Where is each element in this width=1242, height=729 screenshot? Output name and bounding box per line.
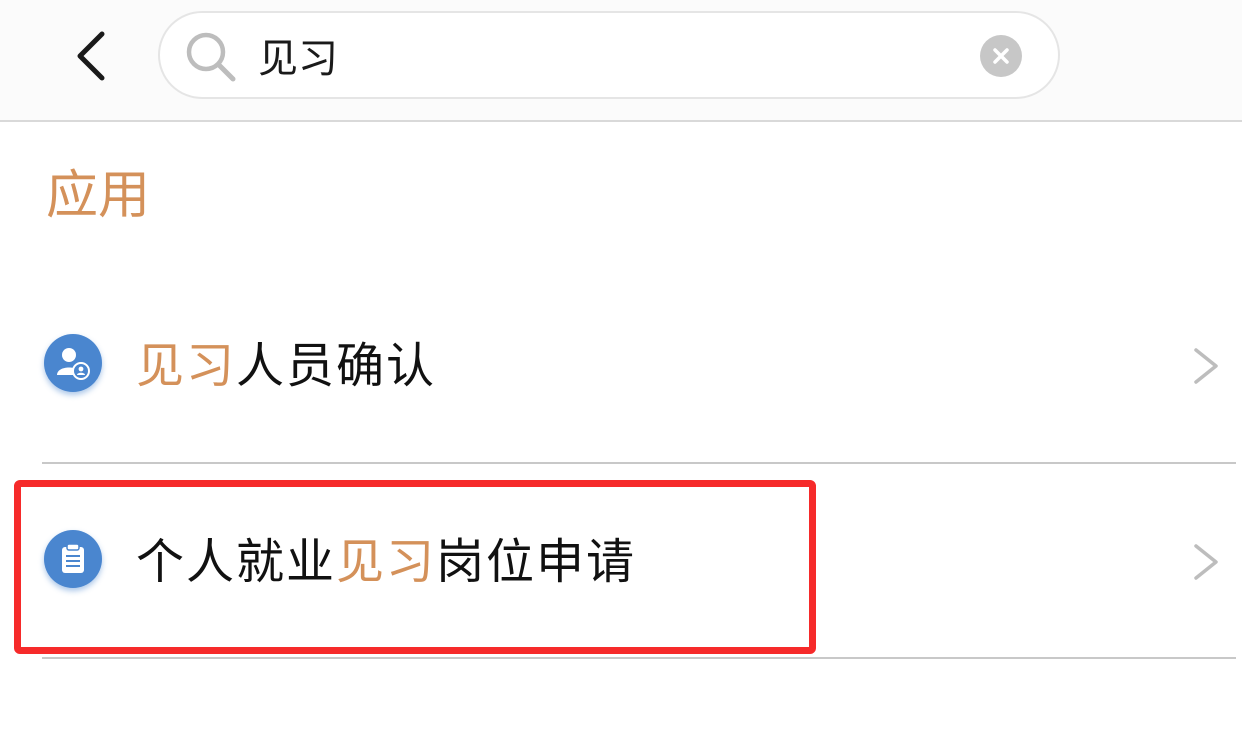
search-input[interactable] [258, 27, 958, 83]
divider [42, 657, 1236, 659]
label-text: 岗位申请 [436, 534, 637, 590]
person-badge-icon [57, 348, 90, 380]
section-title-apps: 应用 [46, 166, 151, 226]
clipboard-icon [62, 543, 84, 573]
label-text: 人员确认 [236, 338, 437, 394]
result-item-trainee-confirm[interactable]: 见习人员确认 [0, 290, 1242, 450]
label-highlight: 见习 [136, 338, 237, 394]
app-icon-clipboard [44, 530, 102, 588]
label-highlight: 见习 [336, 534, 437, 590]
chevron-right-icon [1194, 544, 1218, 580]
app-icon-person [44, 334, 102, 392]
back-button[interactable] [60, 26, 120, 86]
clear-search-button[interactable] [980, 35, 1022, 77]
result-item-label: 个人就业见习岗位申请 [136, 534, 636, 590]
search-bar[interactable] [158, 11, 1060, 99]
search-icon [186, 32, 236, 82]
divider [42, 462, 1236, 464]
result-item-label: 见习人员确认 [136, 338, 436, 394]
close-icon [993, 48, 1009, 64]
chevron-right-icon [1194, 348, 1218, 384]
result-item-internship-application[interactable]: 个人就业见习岗位申请 [0, 486, 1242, 646]
top-bar [0, 0, 1242, 122]
label-text: 个人就业 [136, 534, 337, 590]
chevron-left-icon [77, 31, 105, 81]
